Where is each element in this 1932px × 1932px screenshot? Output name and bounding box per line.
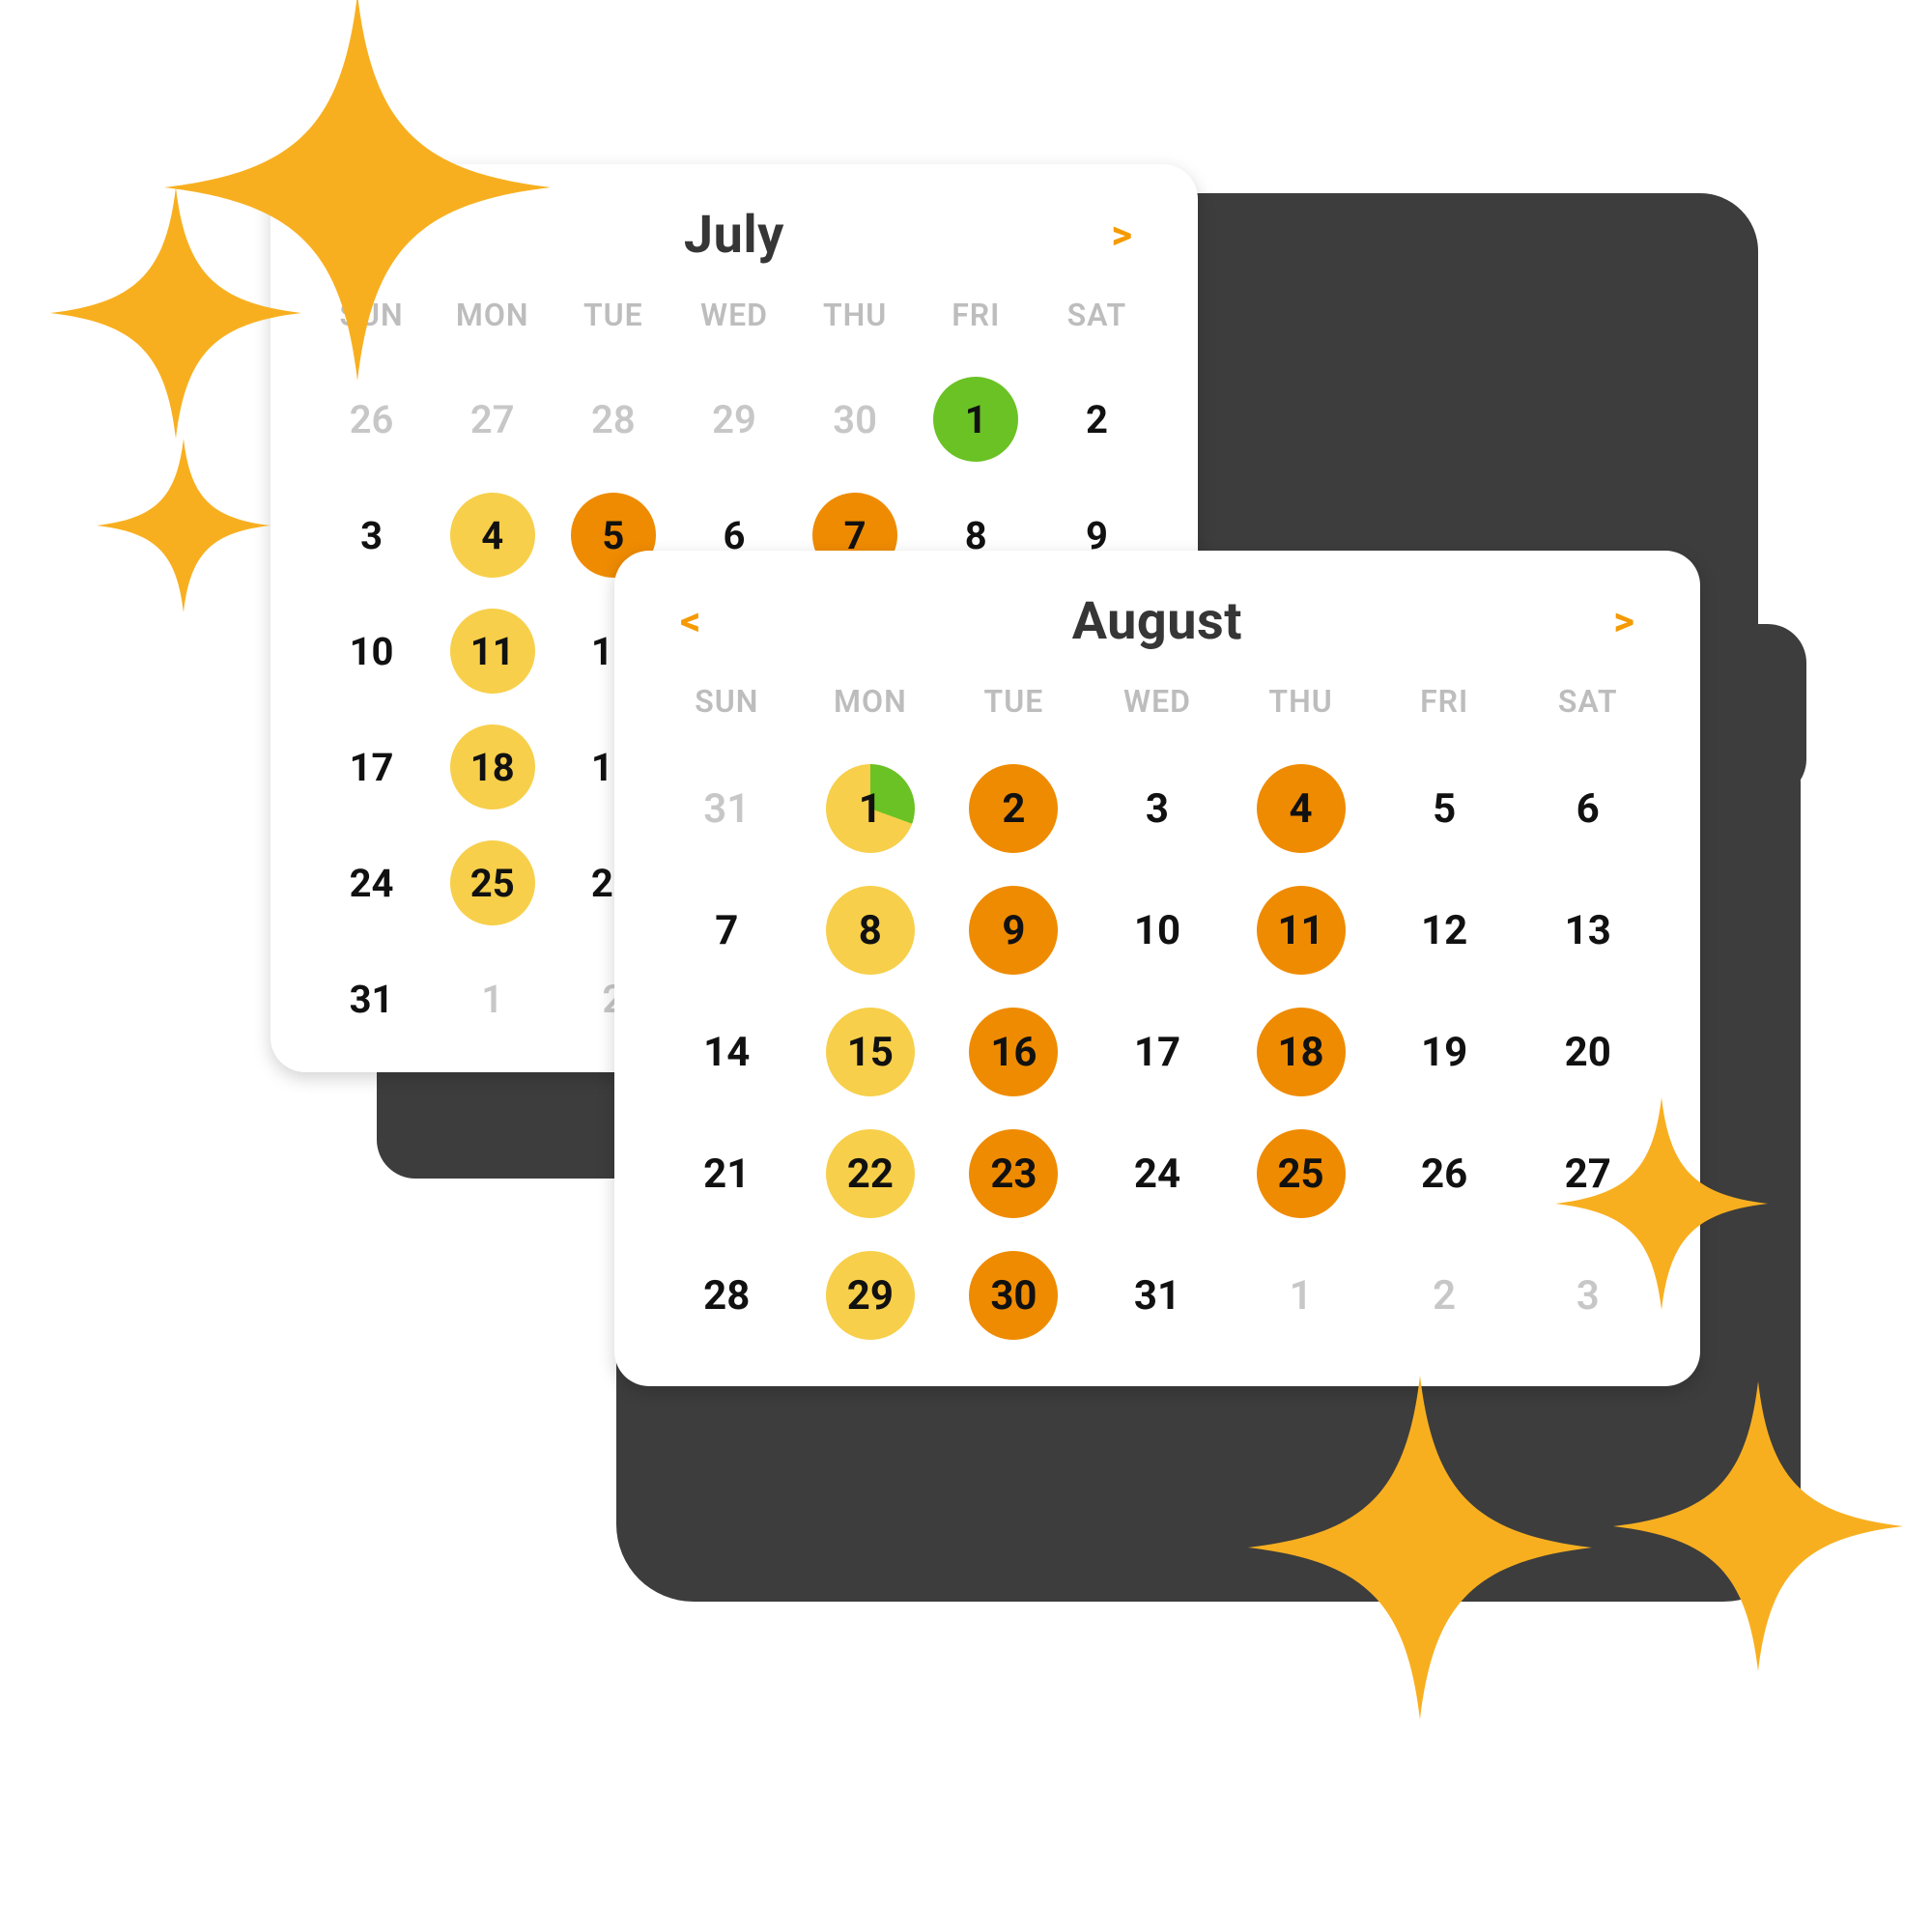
- day-of-week: THU: [795, 297, 916, 351]
- calendar-day[interactable]: 6: [1544, 764, 1633, 853]
- day-of-week: WED: [673, 297, 794, 351]
- day-of-week: MON: [799, 683, 943, 737]
- calendar-day[interactable]: 26: [1400, 1129, 1489, 1218]
- day-of-week: WED: [1086, 683, 1230, 737]
- calendar-day[interactable]: 24: [1113, 1129, 1202, 1218]
- day-of-week: THU: [1229, 683, 1373, 737]
- calendar-header: < August >: [655, 591, 1660, 656]
- calendar-day[interactable]: 31: [1113, 1251, 1202, 1340]
- calendar-day[interactable]: 31: [682, 764, 771, 853]
- day-of-week: FRI: [916, 297, 1037, 351]
- calendar-day[interactable]: 10: [329, 609, 414, 694]
- calendar-day[interactable]: 28: [682, 1251, 771, 1340]
- calendar-day[interactable]: 26: [329, 377, 414, 462]
- calendar-day[interactable]: 13: [1544, 886, 1633, 975]
- sparkle-icon: [50, 187, 301, 439]
- prev-month-button[interactable]: <: [667, 598, 714, 646]
- calendar-day[interactable]: 3: [329, 493, 414, 578]
- month-title: August: [1072, 591, 1242, 652]
- calendar-august-card: < August > SUN MON TUE WED THU FRI SAT 3…: [614, 551, 1700, 1386]
- calendar-day[interactable]: 29: [692, 377, 777, 462]
- calendar-day[interactable]: 18: [1257, 1008, 1346, 1096]
- calendar-day[interactable]: 18: [450, 724, 535, 810]
- calendar-day[interactable]: 27: [450, 377, 535, 462]
- calendar-day[interactable]: 12: [1400, 886, 1489, 975]
- day-of-week: TUE: [553, 297, 673, 351]
- calendar-day[interactable]: 15: [826, 1008, 915, 1096]
- day-of-week: SAT: [1516, 683, 1660, 737]
- calendar-day[interactable]: 30: [969, 1251, 1058, 1340]
- calendar-day[interactable]: 29: [826, 1251, 915, 1340]
- calendar-day[interactable]: 30: [812, 377, 897, 462]
- calendar-day[interactable]: 5: [1400, 764, 1489, 853]
- calendar-day[interactable]: 24: [329, 840, 414, 925]
- calendar-day[interactable]: 1: [1257, 1251, 1346, 1340]
- calendar-day[interactable]: 23: [969, 1129, 1058, 1218]
- calendar-day[interactable]: 1: [826, 764, 915, 853]
- calendar-day[interactable]: 25: [1257, 1129, 1346, 1218]
- calendar-day[interactable]: 16: [969, 1008, 1058, 1096]
- calendar-day[interactable]: 8: [826, 886, 915, 975]
- calendar-grid-august: SUN MON TUE WED THU FRI SAT 31 1 2 3 4 5…: [655, 683, 1660, 1346]
- calendar-day[interactable]: 2: [969, 764, 1058, 853]
- calendar-day[interactable]: 4: [450, 493, 535, 578]
- day-of-week: SAT: [1037, 297, 1157, 351]
- calendar-day[interactable]: 1: [933, 377, 1018, 462]
- calendar-day[interactable]: 11: [450, 609, 535, 694]
- calendar-day[interactable]: 14: [682, 1008, 771, 1096]
- calendar-day[interactable]: 1: [450, 956, 535, 1041]
- next-month-button[interactable]: >: [1600, 598, 1648, 646]
- calendar-day[interactable]: 2: [1054, 377, 1139, 462]
- calendar-day[interactable]: 10: [1113, 886, 1202, 975]
- calendar-promo-stage: < July > SUN MON TUE WED THU FRI SAT 26 …: [0, 0, 1932, 1932]
- calendar-day[interactable]: 9: [969, 886, 1058, 975]
- day-of-week: FRI: [1373, 683, 1517, 737]
- calendar-day[interactable]: 17: [1113, 1008, 1202, 1096]
- calendar-day[interactable]: 25: [450, 840, 535, 925]
- month-title: July: [684, 205, 784, 266]
- calendar-day[interactable]: 7: [682, 886, 771, 975]
- calendar-day[interactable]: 17: [329, 724, 414, 810]
- calendar-day[interactable]: 20: [1544, 1008, 1633, 1096]
- calendar-day[interactable]: 4: [1257, 764, 1346, 853]
- sparkle-icon: [1555, 1097, 1768, 1310]
- day-of-week: SUN: [655, 683, 799, 737]
- calendar-day[interactable]: 3: [1113, 764, 1202, 853]
- calendar-day[interactable]: 2: [1400, 1251, 1489, 1340]
- calendar-day[interactable]: 11: [1257, 886, 1346, 975]
- sparkle-icon: [97, 439, 270, 612]
- calendar-day[interactable]: 22: [826, 1129, 915, 1218]
- calendar-day[interactable]: 21: [682, 1129, 771, 1218]
- sparkle-icon: [1613, 1381, 1903, 1671]
- next-month-button[interactable]: >: [1097, 212, 1146, 260]
- day-of-week: TUE: [942, 683, 1086, 737]
- calendar-day[interactable]: 19: [1400, 1008, 1489, 1096]
- calendar-day[interactable]: 31: [329, 956, 414, 1041]
- calendar-day[interactable]: 28: [571, 377, 656, 462]
- sparkle-icon: [1248, 1376, 1592, 1719]
